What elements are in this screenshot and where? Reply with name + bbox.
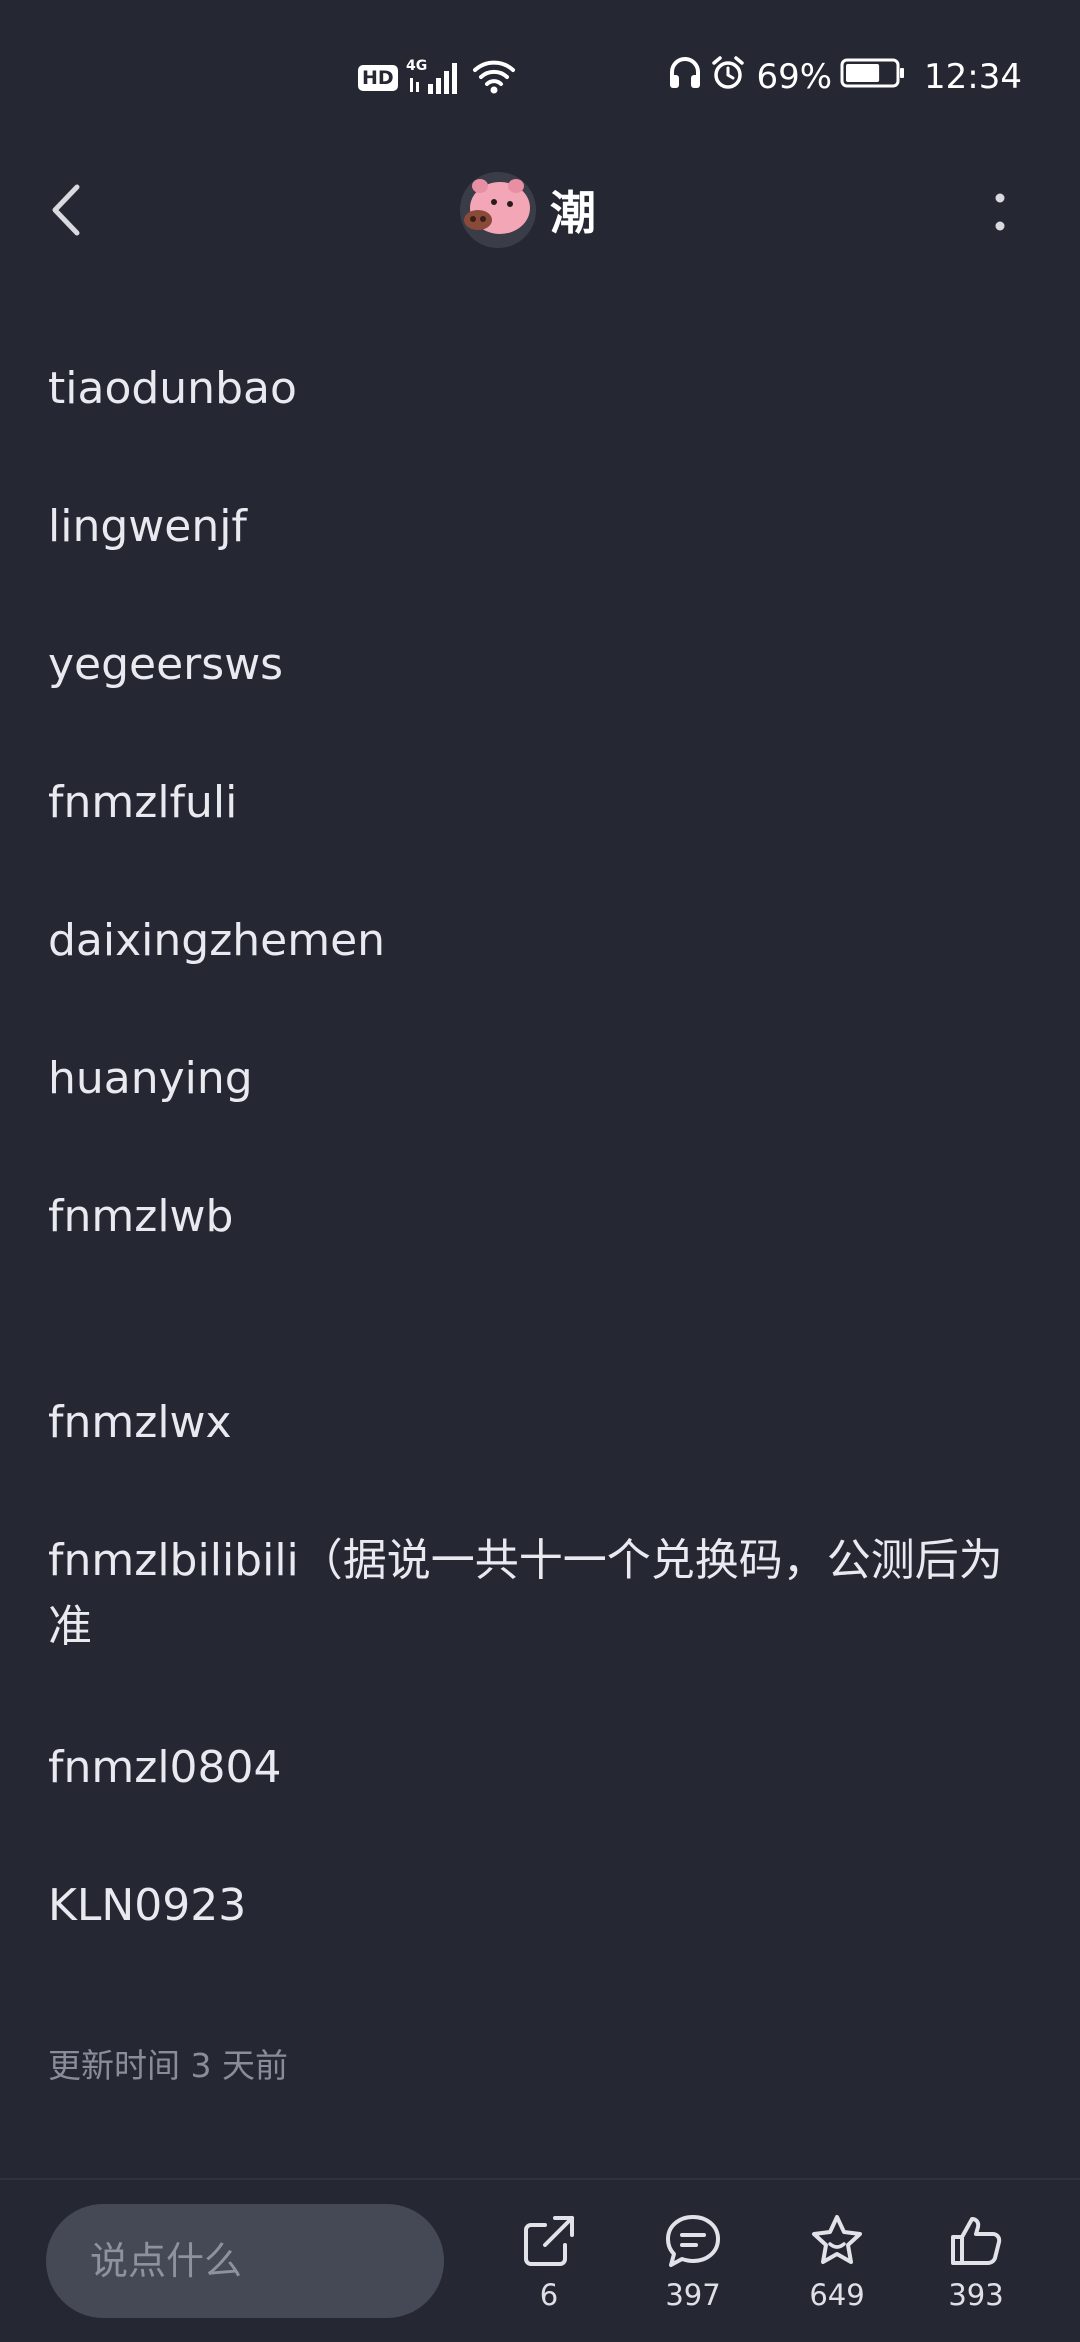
headphones-icon xyxy=(668,55,702,100)
network-type-label: 4G xyxy=(406,58,427,74)
thumbs-up-icon xyxy=(951,2217,1002,2265)
code-line: huanying xyxy=(48,1053,253,1104)
author-name[interactable]: 潮 xyxy=(550,177,596,243)
top-nav-bar: 潮 xyxy=(0,160,1080,260)
comment-button[interactable]: 397 xyxy=(638,2210,748,2330)
favorite-button[interactable]: 649 xyxy=(782,2210,892,2330)
comment-count: 397 xyxy=(665,2278,721,2312)
share-button[interactable]: 6 xyxy=(494,2210,604,2330)
code-line: fnmzlwx xyxy=(48,1397,232,1448)
code-line: fnmzlwb xyxy=(48,1191,234,1242)
comment-input[interactable] xyxy=(46,2204,444,2318)
code-line: tiaodunbao xyxy=(48,363,297,414)
status-bar: HD 4G 69% 12:34 xyxy=(0,0,1080,160)
avatar[interactable] xyxy=(460,172,536,248)
share-icon xyxy=(524,2216,574,2266)
comment-icon xyxy=(666,2215,720,2267)
more-options-button[interactable] xyxy=(980,182,1020,242)
hd-badge: HD xyxy=(358,65,398,91)
signal-icon: 4G xyxy=(406,56,464,100)
battery-percent: 69% xyxy=(756,57,833,97)
pig-avatar-icon xyxy=(460,172,536,248)
like-count: 393 xyxy=(948,2278,1004,2312)
status-bar-right: 69% 12:34 xyxy=(668,52,1022,102)
like-button[interactable]: 393 xyxy=(921,2210,1031,2330)
back-arrow-icon xyxy=(52,184,80,236)
alarm-icon xyxy=(710,55,746,100)
code-line: KLN0923 xyxy=(48,1880,247,1931)
bottom-action-bar: 6 397 649 393 xyxy=(0,2178,1080,2342)
update-time: 更新时间 3 天前 xyxy=(48,2046,288,2085)
favorite-count: 649 xyxy=(809,2278,865,2312)
code-line: yegeersws xyxy=(48,639,284,690)
back-button[interactable] xyxy=(36,176,96,244)
code-line: fnmzlbilibili（据说一共十一个兑换码，公测后为准 xyxy=(48,1535,1003,1652)
code-line: fnmzl0804 xyxy=(48,1742,282,1793)
wifi-icon xyxy=(472,58,516,98)
more-vertical-icon xyxy=(995,193,1005,231)
code-line: lingwenjf xyxy=(48,501,247,552)
star-icon xyxy=(812,2215,862,2264)
author-info[interactable]: 潮 xyxy=(460,172,596,248)
code-line: fnmzlfuli xyxy=(48,777,238,828)
status-bar-left: HD 4G xyxy=(358,56,516,100)
share-count: 6 xyxy=(539,2278,559,2312)
clock: 12:34 xyxy=(924,57,1022,97)
battery-icon xyxy=(840,56,906,99)
code-line: daixingzhemen xyxy=(48,915,386,966)
